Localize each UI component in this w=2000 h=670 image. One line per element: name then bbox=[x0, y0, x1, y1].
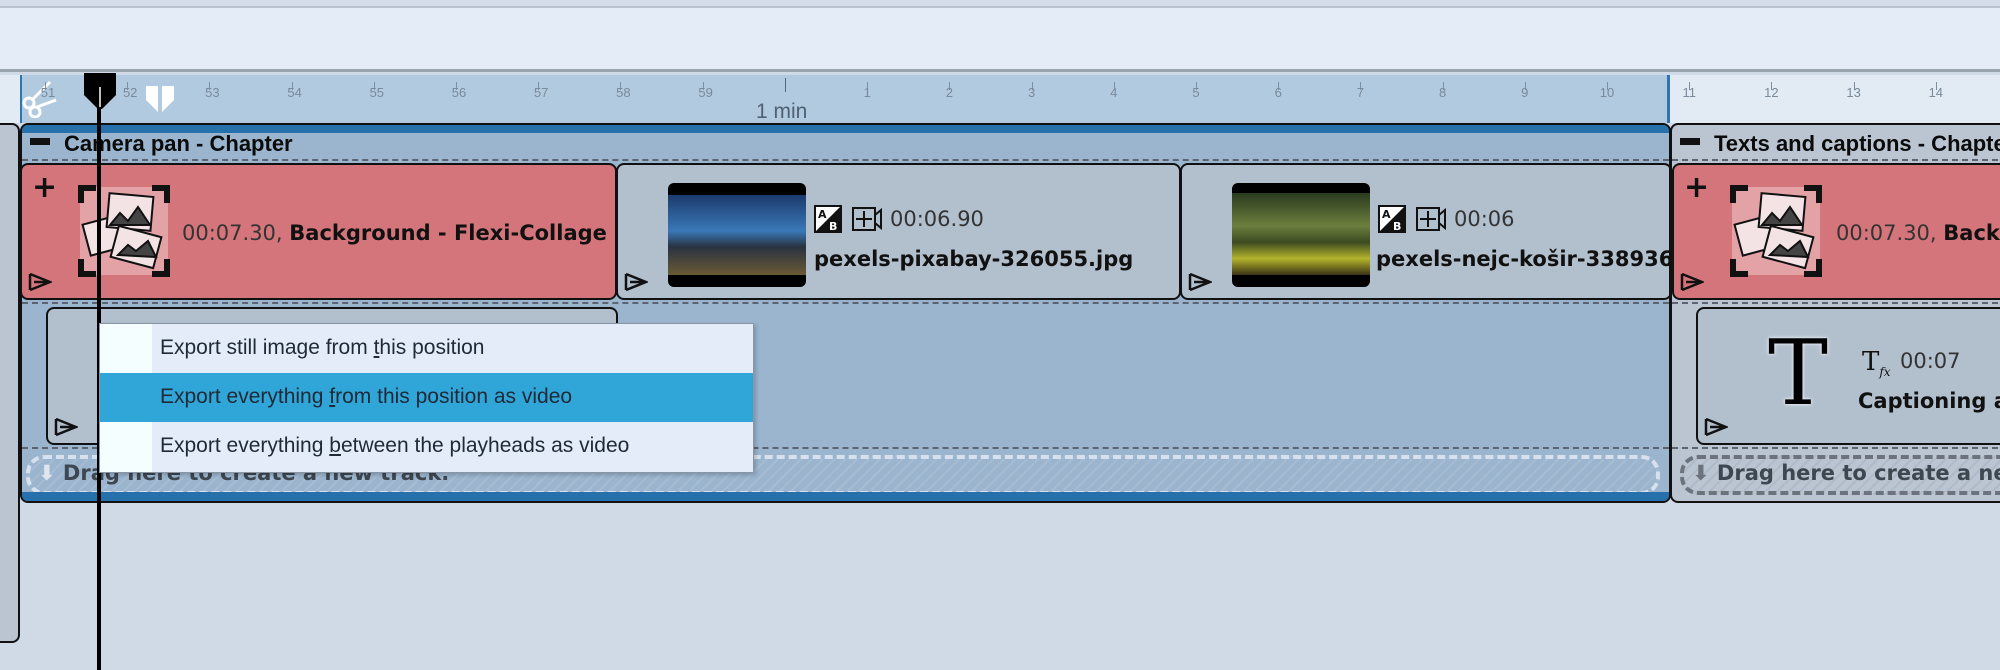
clip-options-icon[interactable] bbox=[1704, 417, 1730, 437]
ruler-tick-label: 57 bbox=[533, 85, 549, 100]
ruler-tick-label: 7 bbox=[1356, 85, 1365, 100]
label-pre: Export everything bbox=[160, 385, 330, 408]
dropzone-label: ⬇ Drag here to create a new track. bbox=[1692, 461, 2000, 485]
ruler-tick-label: 12 bbox=[1764, 85, 1779, 100]
ruler-minute-label: 1 min bbox=[756, 100, 808, 123]
down-arrow-icon: ⬇ bbox=[1692, 461, 1710, 485]
context-menu: Export still image from this position Ex… bbox=[99, 323, 754, 473]
ruler-tick-label: 5 bbox=[1192, 85, 1200, 100]
ruler-tick-label: 53 bbox=[205, 85, 220, 100]
label-post: rom this position as video bbox=[335, 385, 573, 408]
clip-meta: 00:07.30, Background - Flexi-Collage bbox=[1836, 221, 2000, 245]
clip-name: pexels-pixabay-326055.jpg bbox=[814, 247, 1134, 271]
previous-chapter[interactable] bbox=[0, 123, 20, 643]
track-divider bbox=[1672, 447, 2000, 449]
track-divider bbox=[22, 302, 1669, 304]
ruler-tick-label: 14 bbox=[1928, 85, 1944, 100]
ruler-tick-label: 9 bbox=[1521, 85, 1529, 100]
ruler-tick-label: 59 bbox=[698, 85, 713, 100]
clip-text[interactable]: T Tfx 00:07 Captioning and text bbox=[1696, 307, 2000, 445]
clip-duration: 00:06.90 bbox=[890, 207, 984, 231]
camera-pan-icon[interactable] bbox=[852, 207, 882, 235]
track-divider bbox=[1672, 159, 2000, 161]
clip-name: Captioning and text bbox=[1858, 389, 2000, 413]
menu-item-label: Export everything between the playheads … bbox=[160, 434, 629, 458]
menu-item-export-between-playheads-video[interactable]: Export everything between the playheads … bbox=[100, 422, 753, 471]
camera-pan-icon[interactable] bbox=[1416, 207, 1446, 235]
svg-text:B: B bbox=[829, 220, 837, 233]
ruler-tick-label: 54 bbox=[287, 85, 302, 100]
ruler-tick-label: 55 bbox=[369, 85, 385, 100]
ruler-minute-tick bbox=[785, 78, 786, 92]
accelerator-key: b bbox=[329, 434, 341, 457]
expand-plus-icon[interactable]: + bbox=[1684, 173, 1709, 203]
ruler-tick-label: 56 bbox=[451, 85, 467, 100]
label-post: etween the playheads as video bbox=[340, 434, 630, 457]
flexi-collage-icon bbox=[1726, 181, 1826, 281]
ruler-tick-label: 6 bbox=[1274, 85, 1282, 100]
label-pre: Export still image from bbox=[160, 336, 374, 359]
clip-duration: 00:07.30, bbox=[182, 221, 283, 245]
ab-transition-icon[interactable]: AB bbox=[1378, 205, 1406, 237]
clip-options-icon[interactable] bbox=[28, 272, 54, 292]
clip-duration: 00:07.30, bbox=[1836, 221, 1937, 245]
clip-flexi-collage[interactable]: + 00:07.30, Background - Flexi-Colla bbox=[22, 163, 617, 300]
toolbar-area bbox=[0, 8, 2000, 72]
playhead-markers-icon[interactable] bbox=[145, 86, 175, 112]
text-clip-icon: T bbox=[1768, 321, 1829, 426]
clip-duration: 00:07 bbox=[1900, 349, 1961, 373]
window-top-border bbox=[0, 0, 2000, 8]
clip-image-nejc-kosir[interactable]: AB 00:06 pexels-nejc-košir-338936.jpg bbox=[1180, 163, 1671, 300]
clip-thumbnail bbox=[1232, 183, 1370, 287]
ruler-tick-label: 3 bbox=[1027, 85, 1036, 100]
clip-meta: 00:07.30, Background - Flexi-Collage bbox=[182, 221, 607, 245]
clip-options-icon[interactable] bbox=[1680, 272, 1706, 292]
ruler-tick-label: 51 bbox=[40, 85, 56, 100]
ruler-tick-label: 4 bbox=[1110, 85, 1118, 100]
expand-plus-icon[interactable]: + bbox=[32, 173, 57, 203]
clip-options-icon[interactable] bbox=[624, 272, 650, 292]
collapse-chapter-button[interactable] bbox=[1680, 138, 1700, 145]
clip-name: pexels-nejc-košir-338936.jpg bbox=[1376, 247, 1671, 271]
chapter-accent-bar-bottom bbox=[22, 492, 1669, 501]
ruler-tick-label: 52 bbox=[122, 85, 138, 100]
menu-item-export-from-position-video[interactable]: Export everything from this position as … bbox=[100, 373, 753, 422]
label-pre: Export everything bbox=[160, 434, 330, 457]
chapter-title: Texts and captions - Chapter bbox=[1714, 131, 2000, 156]
text-effect-icon[interactable]: Tfx bbox=[1862, 347, 1891, 379]
clip-thumbnail bbox=[668, 183, 806, 287]
menu-item-export-still-image[interactable]: Export still image from this position bbox=[100, 324, 753, 373]
clip-name: Background - Flexi-Collage bbox=[1943, 221, 2000, 245]
svg-text:A: A bbox=[1382, 208, 1391, 221]
ruler-tick-label: 2 bbox=[945, 85, 954, 100]
menu-highlight-gutter bbox=[100, 373, 152, 422]
flexi-collage-icon bbox=[74, 181, 174, 281]
svg-text:A: A bbox=[818, 208, 827, 221]
ab-transition-icon[interactable]: AB bbox=[814, 205, 842, 237]
ruler-tick-label: 1 bbox=[863, 85, 871, 100]
clip-name: Background - Flexi-Collage bbox=[289, 221, 607, 245]
dropzone-text: Drag here to create a new track. bbox=[1716, 461, 2000, 485]
ruler-tick-label: 10 bbox=[1599, 85, 1615, 100]
track-divider bbox=[1672, 302, 2000, 304]
down-arrow-icon: ⬇ bbox=[38, 461, 56, 485]
ruler-tick-label: 13 bbox=[1846, 85, 1861, 100]
collapse-chapter-button[interactable] bbox=[30, 138, 50, 145]
clip-options-icon[interactable] bbox=[54, 417, 80, 437]
clip-image-pixabay[interactable]: AB 00:06.90 pexels-pixabay-326055.jpg bbox=[616, 163, 1181, 300]
svg-text:B: B bbox=[1393, 220, 1401, 233]
ruler-tick-label: 11 bbox=[1682, 85, 1696, 100]
menu-item-label: Export everything from this position as … bbox=[160, 385, 572, 409]
label-post: his position bbox=[379, 336, 485, 359]
playhead-handle[interactable] bbox=[84, 73, 116, 109]
ruler-tick-label: 8 bbox=[1438, 85, 1447, 100]
clip-duration: 00:06 bbox=[1454, 207, 1515, 231]
track-divider bbox=[22, 159, 1669, 161]
ruler-tick-label: 58 bbox=[616, 85, 631, 100]
clip-options-icon[interactable] bbox=[1188, 272, 1214, 292]
clip-flexi-collage[interactable]: + 00:07.30, Background - Flexi-Colla bbox=[1672, 163, 2000, 300]
chapter-texts-captions[interactable]: Texts and captions - Chapter + 00:07.30,… bbox=[1670, 123, 2000, 503]
ruler-selection-range[interactable] bbox=[20, 75, 1670, 123]
menu-item-label: Export still image from this position bbox=[160, 336, 484, 360]
